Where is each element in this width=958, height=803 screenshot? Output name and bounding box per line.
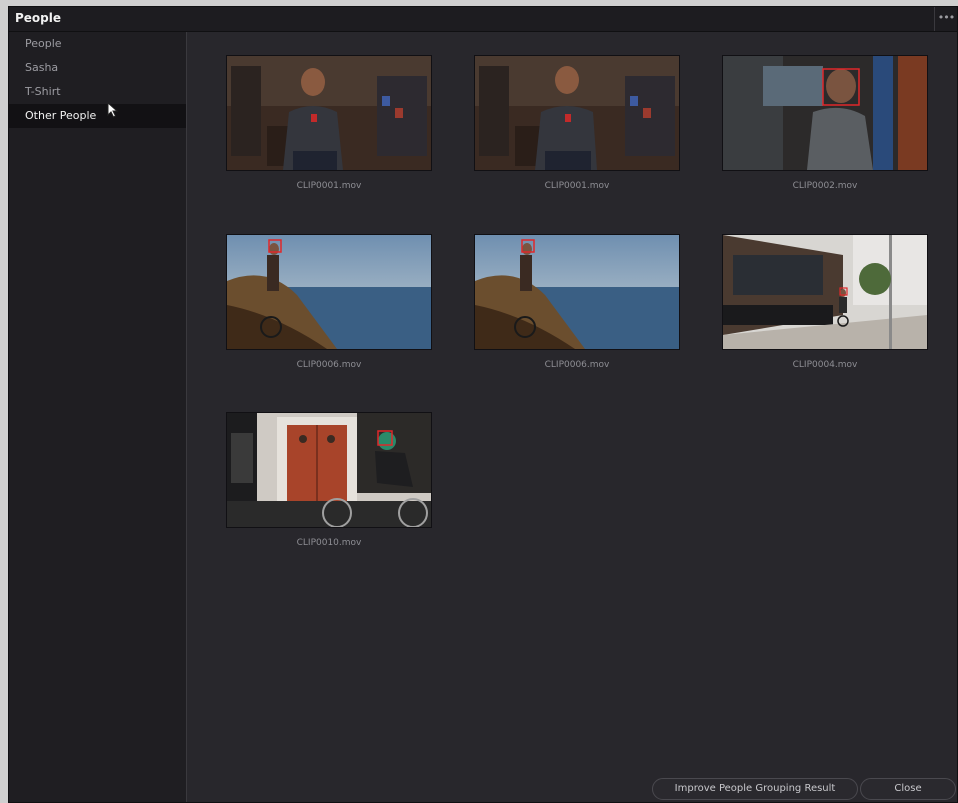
clip-tile[interactable]: CLIP0006.mov (474, 234, 680, 370)
clip-name: CLIP0010.mov (296, 538, 362, 548)
clip-thumbnail[interactable] (474, 55, 680, 171)
clip-tile[interactable]: CLIP0004.mov (722, 234, 928, 370)
clip-thumbnail[interactable] (226, 412, 432, 528)
sidebar: People Sasha T-Shirt Other People (9, 32, 187, 802)
clip-name: CLIP0006.mov (544, 360, 610, 370)
sidebar-item-t-shirt[interactable]: T-Shirt (9, 80, 186, 104)
mouse-cursor-icon (107, 102, 119, 118)
close-button[interactable]: Close (860, 778, 956, 800)
clip-name: CLIP0004.mov (792, 360, 858, 370)
title-bar: People ••• (9, 7, 957, 32)
clip-name: CLIP0001.mov (296, 181, 362, 191)
clip-tile[interactable]: CLIP0001.mov (226, 55, 432, 191)
clip-thumbnail[interactable] (226, 234, 432, 350)
clip-tile[interactable]: CLIP0002.mov (722, 55, 928, 191)
more-dots-icon[interactable]: ••• (934, 7, 957, 31)
people-window: People ••• People Sasha T-Shirt Other Pe… (8, 6, 958, 803)
window-title: People (15, 11, 62, 25)
clip-grid: CLIP0001.mov CLIP0001.mov CLIP0002.mov C… (187, 32, 957, 802)
clip-tile[interactable]: CLIP0006.mov (226, 234, 432, 370)
sidebar-item-people[interactable]: People (9, 32, 186, 56)
clip-thumbnail[interactable] (226, 55, 432, 171)
sidebar-item-sasha[interactable]: Sasha (9, 56, 186, 80)
clip-thumbnail[interactable] (722, 234, 928, 350)
clip-thumbnail[interactable] (474, 234, 680, 350)
sidebar-item-other-people[interactable]: Other People (9, 104, 186, 128)
clip-name: CLIP0006.mov (296, 360, 362, 370)
improve-grouping-button[interactable]: Improve People Grouping Result (652, 778, 858, 800)
clip-name: CLIP0002.mov (792, 181, 858, 191)
clip-name: CLIP0001.mov (544, 181, 610, 191)
clip-tile[interactable]: CLIP0010.mov (226, 412, 432, 548)
clip-thumbnail[interactable] (722, 55, 928, 171)
clip-tile[interactable]: CLIP0001.mov (474, 55, 680, 191)
